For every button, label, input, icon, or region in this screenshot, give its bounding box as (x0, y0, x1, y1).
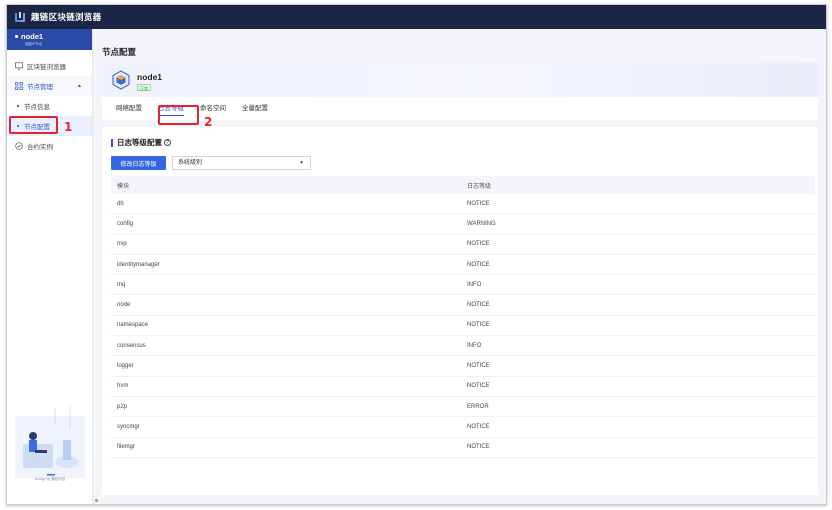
contract-icon (15, 142, 23, 150)
tab-full-config[interactable]: 全量配置 (242, 102, 268, 116)
level-cell: NOTICE (467, 423, 490, 430)
sidebar-item-label: 区块链浏览器 (27, 64, 66, 71)
level-cell: ERROR (467, 403, 489, 410)
module-cell: logger (117, 363, 134, 370)
log-scope-select[interactable]: 系统级别 ▼ (172, 156, 311, 170)
design-by-text: Design by 趣链科技 (34, 477, 66, 481)
table-row: db NOTICE (111, 194, 815, 215)
level-cell: NOTICE (467, 322, 490, 329)
sidebar-item-explorer[interactable]: 区块链浏览器 (7, 56, 92, 76)
sidebar-item-label: 节点信息 (24, 104, 50, 111)
level-cell: INFO (467, 281, 482, 288)
module-cell: node (117, 302, 131, 309)
chevron-down-icon: ▼ (299, 160, 304, 166)
app-window: 趣链区块链浏览器 node1 超级IP节点 区块链浏览器 节点管理 ▲ 节点信息… (6, 4, 827, 505)
section-title-text: 日志等级配置 (117, 138, 162, 147)
table-row: logger NOTICE (111, 356, 815, 377)
node-card-header (102, 63, 818, 97)
node-dot-icon (15, 35, 18, 38)
level-cell: NOTICE (467, 444, 490, 451)
annotation-number-1: 1 (64, 120, 73, 134)
level-cell: NOTICE (467, 261, 490, 268)
log-level-table: 模块 日志等级 db NOTICE config WARNING nvp NOTICE id… (111, 176, 815, 458)
sidebar-item-label: 节点管理 (27, 84, 53, 91)
annotation-box-1 (9, 116, 58, 134)
config-tabs: 网络配置 日志等级 命名空间 全量配置 (116, 102, 284, 116)
sidebar-item-node-management[interactable]: 节点管理 ▲ (7, 76, 92, 96)
table-row: namespace NOTICE (111, 316, 815, 337)
bullet-icon (17, 105, 19, 107)
module-cell: nvp (117, 241, 127, 248)
node-card-name: node1 (137, 72, 163, 82)
level-cell: NOTICE (467, 383, 490, 390)
module-cell: mq (117, 281, 126, 288)
table-row: config WARNING (111, 214, 815, 235)
table-row: mq INFO (111, 275, 815, 296)
sidebar-node-selector[interactable]: node1 超级IP节点 (7, 29, 92, 50)
module-cell: p2p (117, 403, 128, 410)
column-header-level: 日志等级 (467, 183, 492, 190)
level-cell: NOTICE (467, 241, 490, 248)
module-cell: db (117, 200, 124, 207)
sidebar-illustration: Design by 趣链科技 (15, 404, 85, 482)
tab-network-config[interactable]: 网络配置 (116, 102, 142, 116)
sidebar-item-contract-instance[interactable]: 合约实例 (7, 136, 92, 156)
sidebar-item-label: 合约实例 (27, 144, 53, 151)
node-card: node1 正常 网络配置 日志等级 命名空间 全量配置 (102, 63, 818, 120)
app-logo-icon (14, 11, 26, 23)
modify-log-level-button[interactable]: 修改日志等级 (111, 156, 166, 170)
module-cell: consensus (117, 342, 146, 349)
table-row: consensus INFO (111, 336, 815, 357)
log-level-card: 日志等级配置 ? 修改日志等级 系统级别 ▼ 模块 日志等级 db NOTICE c… (102, 127, 818, 495)
sidebar-item-node-info[interactable]: 节点信息 (7, 96, 92, 116)
module-cell: filemgr (117, 444, 136, 451)
sidebar-node-name: node1 (21, 32, 44, 41)
level-cell: NOTICE (467, 200, 490, 207)
column-header-module: 模块 (117, 183, 130, 190)
table-row: hvm NOTICE (111, 377, 815, 397)
monitor-icon (15, 62, 23, 70)
table-row: node NOTICE (111, 295, 815, 316)
status-badge: 正常 (137, 84, 151, 91)
table-row: nvp NOTICE (111, 235, 815, 255)
section-title: 日志等级配置 ? (111, 137, 171, 148)
page-title: 节点配置 (102, 47, 137, 57)
level-cell: WARNING (467, 220, 496, 227)
sidebar: node1 超级IP节点 区块链浏览器 节点管理 ▲ 节点信息 节点配置 合约实… (7, 29, 93, 504)
table-row: filemgr NOTICE (111, 438, 815, 458)
top-bar: 趣链区块链浏览器 (7, 5, 826, 29)
annotation-box-2 (158, 105, 199, 125)
table-row: identitymanager NOTICE (111, 255, 815, 276)
level-cell: NOTICE (467, 302, 490, 309)
level-cell: NOTICE (467, 363, 490, 370)
section-accent-bar (111, 138, 113, 147)
module-cell: config (117, 220, 134, 227)
table-row: syncmgr NOTICE (111, 417, 815, 438)
module-cell: namespace (117, 322, 149, 329)
log-scope-select-value: 系统级别 (178, 160, 203, 166)
node-cube-icon (111, 70, 131, 90)
module-cell: identitymanager (117, 261, 160, 268)
table-row: p2p ERROR (111, 397, 815, 418)
help-icon[interactable]: ? (164, 139, 171, 146)
tab-namespace[interactable]: 命名空间 (200, 102, 226, 116)
module-cell: syncmgr (117, 423, 140, 430)
app-title: 趣链区块链浏览器 (31, 12, 102, 22)
chevron-up-icon: ▲ (77, 83, 82, 89)
module-cell: hvm (117, 383, 129, 390)
sidebar-node-subtitle: 超级IP节点 (25, 42, 43, 46)
node-manage-icon (15, 82, 23, 90)
table-header: 模块 日志等级 (111, 176, 815, 194)
level-cell: INFO (467, 342, 482, 349)
main-content: 节点配置 node1 正常 网络配置 日志等级 命名空间 全量配置 2 日志等级… (94, 29, 826, 504)
